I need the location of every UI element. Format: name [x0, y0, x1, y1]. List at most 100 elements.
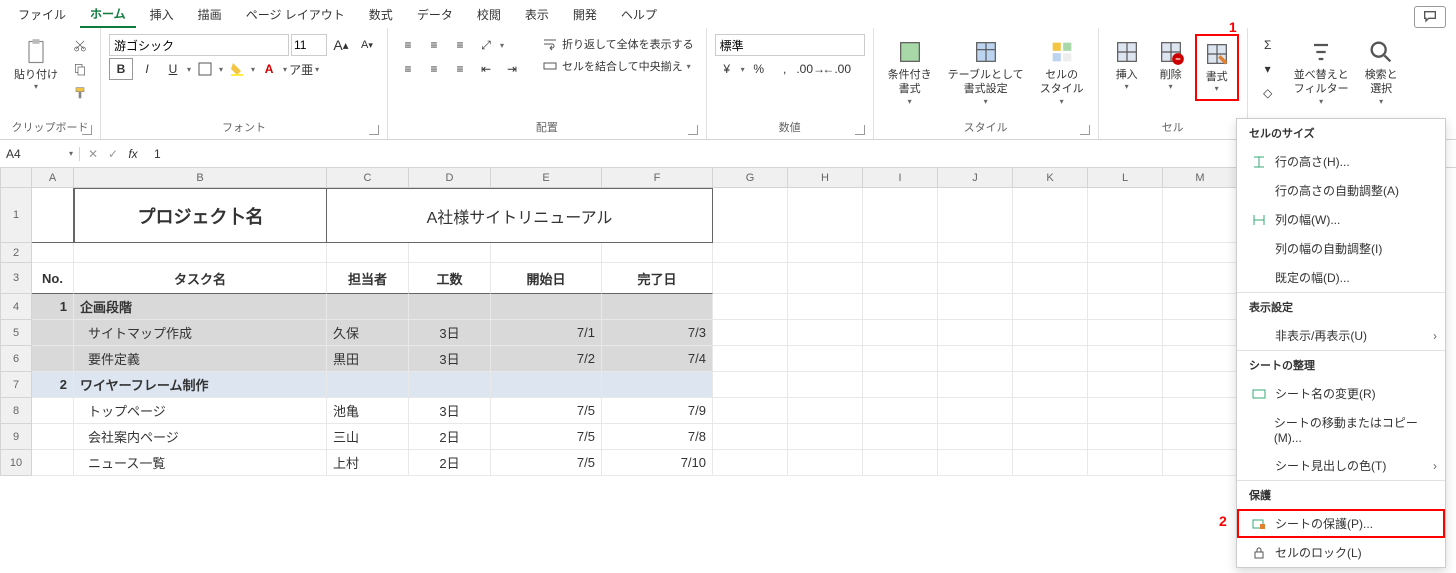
fm-col-width[interactable]: 列の幅(W)... — [1237, 205, 1445, 234]
cell[interactable]: 7/8 — [602, 424, 713, 450]
cell[interactable] — [713, 372, 788, 398]
cell[interactable]: 7/2 — [491, 346, 602, 372]
fb-enter[interactable]: ✓ — [104, 147, 122, 161]
fm-protect-sheet[interactable]: 2 シートの保護(P)... — [1237, 509, 1445, 538]
bold-button[interactable]: B — [109, 58, 133, 80]
indent-dec-button[interactable]: ⇤ — [474, 58, 498, 80]
cell[interactable] — [938, 243, 1013, 263]
col-header-I[interactable]: I — [863, 168, 938, 188]
cell[interactable] — [1088, 243, 1163, 263]
cell[interactable] — [32, 424, 74, 450]
cell[interactable] — [1013, 424, 1088, 450]
cell[interactable] — [1163, 320, 1238, 346]
cell[interactable] — [32, 450, 74, 476]
cell[interactable] — [1013, 398, 1088, 424]
cell[interactable] — [32, 398, 74, 424]
menu-insert[interactable]: 挿入 — [140, 2, 184, 27]
insert-cells-button[interactable]: 挿入▾ — [1107, 34, 1147, 97]
cell[interactable] — [938, 450, 1013, 476]
cell[interactable] — [1013, 346, 1088, 372]
cell[interactable] — [863, 294, 938, 320]
cell[interactable] — [32, 346, 74, 372]
fb-fx[interactable]: fx — [124, 147, 142, 161]
cell[interactable] — [1163, 188, 1238, 243]
copy-button[interactable] — [68, 58, 92, 80]
cell[interactable] — [1088, 450, 1163, 476]
row-header-9[interactable]: 9 — [0, 424, 32, 450]
col-header-L[interactable]: L — [1088, 168, 1163, 188]
cell[interactable] — [1088, 294, 1163, 320]
col-header-M[interactable]: M — [1163, 168, 1238, 188]
fm-auto-row[interactable]: 行の高さの自動調整(A) — [1237, 176, 1445, 205]
cell[interactable] — [1013, 450, 1088, 476]
cell[interactable] — [1163, 424, 1238, 450]
col-header-C[interactable]: C — [327, 168, 409, 188]
alignment-launcher[interactable] — [688, 125, 698, 135]
cell[interactable]: トップページ — [74, 398, 327, 424]
cell[interactable] — [863, 346, 938, 372]
row-header-3[interactable]: 3 — [0, 263, 32, 294]
clear-button[interactable]: ◇ — [1256, 82, 1280, 104]
cell[interactable] — [788, 346, 863, 372]
fill-color-button[interactable] — [225, 58, 249, 80]
menu-developer[interactable]: 開発 — [563, 2, 607, 27]
cell[interactable] — [713, 188, 788, 243]
menu-view[interactable]: 表示 — [515, 2, 559, 27]
cell[interactable]: 3日 — [409, 346, 491, 372]
cell[interactable]: 7/9 — [602, 398, 713, 424]
cell[interactable]: 7/5 — [491, 424, 602, 450]
cell[interactable] — [1163, 294, 1238, 320]
cell[interactable] — [788, 243, 863, 263]
cell[interactable] — [863, 188, 938, 243]
format-as-table-button[interactable]: テーブルとして 書式設定▾ — [942, 34, 1030, 111]
cell[interactable] — [491, 294, 602, 320]
cell[interactable] — [327, 294, 409, 320]
cell[interactable]: 2日 — [409, 424, 491, 450]
cell[interactable] — [788, 263, 863, 294]
styles-launcher[interactable] — [1080, 125, 1090, 135]
cell[interactable] — [938, 372, 1013, 398]
cell[interactable] — [32, 320, 74, 346]
cell-header-effort[interactable]: 工数 — [409, 263, 491, 294]
cell[interactable] — [1013, 320, 1088, 346]
col-header-F[interactable]: F — [602, 168, 713, 188]
col-header-E[interactable]: E — [491, 168, 602, 188]
name-box[interactable]: A4▾ — [0, 147, 80, 161]
cell[interactable] — [491, 372, 602, 398]
cell[interactable] — [409, 372, 491, 398]
cell[interactable] — [327, 243, 409, 263]
comments-indicator[interactable] — [1414, 6, 1446, 28]
currency-button[interactable]: ¥ — [715, 58, 739, 80]
cell[interactable]: 2 — [32, 372, 74, 398]
cell[interactable]: 7/3 — [602, 320, 713, 346]
cell[interactable]: 会社案内ページ — [74, 424, 327, 450]
cell-styles-button[interactable]: セルの スタイル▾ — [1034, 34, 1090, 111]
cell[interactable] — [713, 450, 788, 476]
cell[interactable] — [713, 263, 788, 294]
cell[interactable] — [1013, 372, 1088, 398]
cell-header-no[interactable]: No. — [32, 263, 74, 294]
cell[interactable] — [788, 294, 863, 320]
cell[interactable]: 3日 — [409, 320, 491, 346]
cell[interactable] — [938, 320, 1013, 346]
cell[interactable] — [863, 263, 938, 294]
align-top-button[interactable]: ≡ — [396, 34, 420, 56]
font-size-select[interactable] — [291, 34, 327, 56]
menu-data[interactable]: データ — [407, 2, 463, 27]
cell[interactable] — [1163, 346, 1238, 372]
cell[interactable] — [863, 424, 938, 450]
phonetic-button[interactable]: ア亜 — [289, 58, 313, 80]
cell[interactable] — [713, 243, 788, 263]
cell[interactable]: 池亀 — [327, 398, 409, 424]
cell[interactable] — [602, 372, 713, 398]
sort-filter-button[interactable]: 並べ替えと フィルター▾ — [1288, 34, 1355, 111]
number-format-select[interactable] — [715, 34, 865, 56]
conditional-format-button[interactable]: 条件付き 書式▾ — [882, 34, 938, 111]
cell[interactable] — [938, 188, 1013, 243]
menu-formulas[interactable]: 数式 — [359, 2, 403, 27]
wrap-text-button[interactable]: 折り返して全体を表示する — [538, 34, 698, 54]
row-header-4[interactable]: 4 — [0, 294, 32, 320]
cell[interactable] — [713, 320, 788, 346]
cell[interactable] — [1163, 372, 1238, 398]
cell[interactable] — [1088, 372, 1163, 398]
